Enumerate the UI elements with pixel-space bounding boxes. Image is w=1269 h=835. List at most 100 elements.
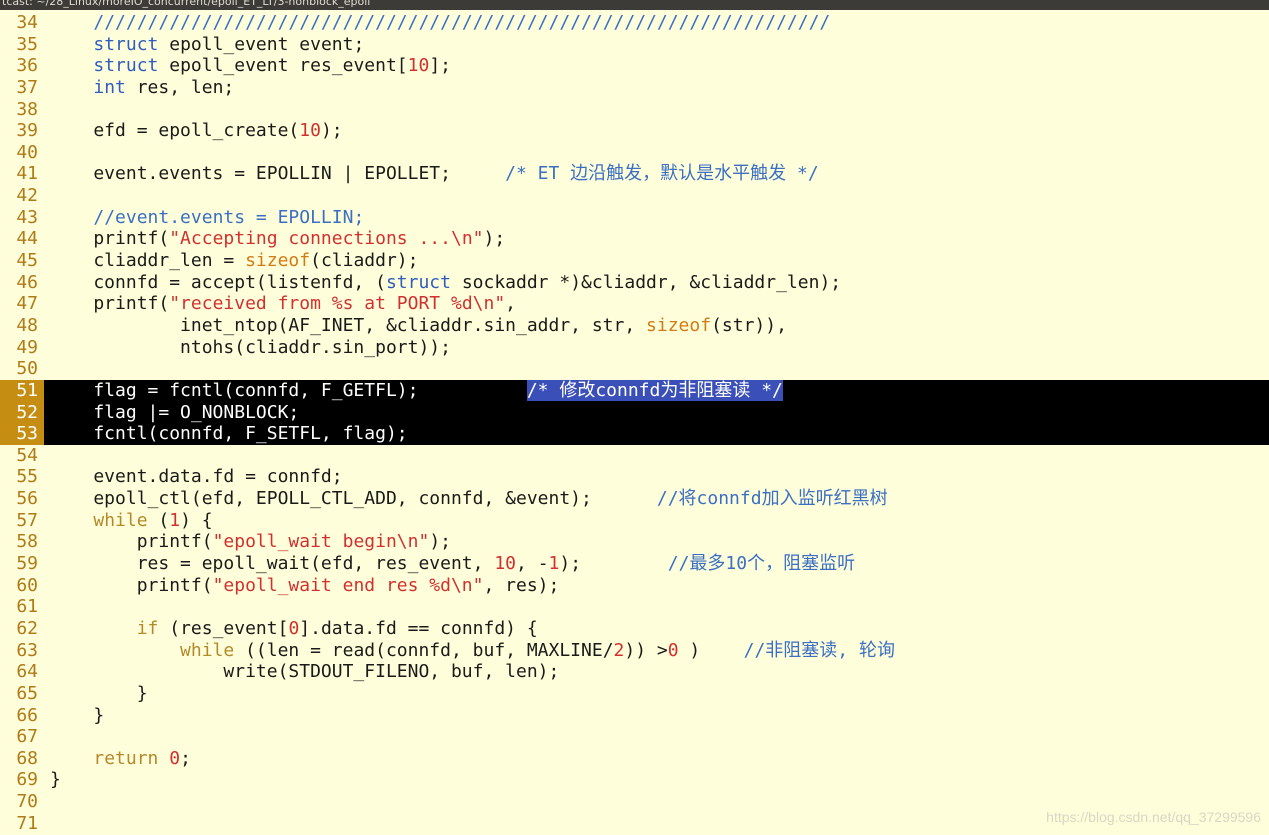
line-number: 52 [0,401,44,424]
code-line[interactable]: 69} [0,769,1269,791]
code-line[interactable]: 43 //event.events = EPOLLIN; [0,207,1269,229]
code-line[interactable]: 48 inet_ntop(AF_INET, &cliaddr.sin_addr,… [0,315,1269,337]
line-code: event.events = EPOLLIN | EPOLLET; /* ET … [50,163,819,185]
line-code: flag |= O_NONBLOCK; [50,401,300,423]
code-comment: /* 修改connfd为非阻塞读 */ [526,379,783,401]
line-code: ////////////////////////////////////////… [44,12,830,34]
line-code: printf("Accepting connections ...\n"); [50,228,506,250]
code-line[interactable]: 40 [0,142,1269,164]
code-line[interactable]: 45 cliaddr_len = sizeof(cliaddr); [0,250,1269,272]
line-number: 67 [16,726,38,748]
line-number: 61 [16,596,38,618]
code-comment: //非阻塞读, 轮询 [743,639,895,661]
line-number: 46 [16,271,38,293]
code-line[interactable]: 36 struct epoll_event res_event[10]; [0,55,1269,77]
line-number: 40 [16,141,38,163]
code-line[interactable]: 65 } [0,683,1269,705]
code-line[interactable]: 63 while ((len = read(connfd, buf, MAXLI… [0,640,1269,662]
code-line[interactable]: 44 printf("Accepting connections ...\n")… [0,228,1269,250]
code-line[interactable]: 66 } [0,705,1269,727]
code-line[interactable]: 61 [0,596,1269,618]
line-number: 39 [16,120,38,142]
code-line[interactable]: 58 printf("epoll_wait begin\n"); [0,531,1269,553]
line-number: 51 [0,379,44,402]
code-line[interactable]: 49 ntohs(cliaddr.sin_port)); [0,337,1269,359]
code-line[interactable]: 37 int res, len; [0,77,1269,99]
line-number: 49 [16,336,38,358]
code-line[interactable]: 41 event.events = EPOLLIN | EPOLLET; /* … [0,163,1269,185]
line-code: write(STDOUT_FILENO, buf, len); [50,661,560,683]
window-titlebar[interactable]: tcast: ~/28_Linux/moreIO_concurrent/epol… [0,0,1269,10]
line-number: 34 [16,12,38,33]
code-line[interactable]: 47 printf("received from %s at PORT %d\n… [0,293,1269,315]
line-number: 37 [16,76,38,98]
line-code: epoll_ctl(efd, EPOLL_CTL_ADD, connfd, &e… [50,488,888,510]
code-comment: //event.events = EPOLLIN; [93,206,365,228]
code-line[interactable]: 60 printf("epoll_wait end res %d\n", res… [0,575,1269,597]
code-line[interactable]: 51 flag = fcntl(connfd, F_GETFL); /* 修改c… [0,379,1269,402]
line-number: 36 [16,55,38,77]
code-line[interactable]: 50 [0,358,1269,380]
code-line[interactable]: 68 return 0; [0,748,1269,770]
line-code: } [50,682,148,704]
line-number: 62 [16,617,38,639]
code-line[interactable]: 64 write(STDOUT_FILENO, buf, len); [0,661,1269,683]
line-code: connfd = accept(listenfd, (struct sockad… [50,271,842,293]
line-number: 59 [16,553,38,575]
code-line[interactable]: 46 connfd = accept(listenfd, (struct soc… [0,272,1269,294]
code-line[interactable]: 59 res = epoll_wait(efd, res_event, 10, … [0,553,1269,575]
line-code: if (res_event[0].data.fd == connfd) { [136,617,538,639]
line-number: 71 [16,812,38,834]
line-number: 48 [16,314,38,336]
line-code: efd = epoll_create(10); [50,120,343,142]
line-number: 56 [16,488,38,510]
code-line[interactable]: 35 struct epoll_event event; [0,34,1269,56]
line-number: 58 [16,531,38,553]
code-comment: //最多10个，阻塞监听 [667,553,856,575]
code-line[interactable]: 56 epoll_ctl(efd, EPOLL_CTL_ADD, connfd,… [0,488,1269,510]
line-code: printf("epoll_wait begin\n"); [50,531,451,553]
code-line[interactable]: 57 while (1) { [0,510,1269,532]
line-number: 44 [16,228,38,250]
line-code: printf("received from %s at PORT %d\n", [50,293,517,315]
line-number: 65 [16,682,38,704]
code-line[interactable]: 62 if (res_event[0].data.fd == connfd) { [0,618,1269,640]
line-code: return 0; [93,747,191,769]
line-code: while (1) { [93,509,213,531]
line-code: ntohs(cliaddr.sin_port)); [50,336,451,358]
code-line[interactable]: 39 efd = epoll_create(10); [0,120,1269,142]
line-number: 41 [16,163,38,185]
line-code: //event.events = EPOLLIN; [44,207,364,229]
line-number: 68 [16,747,38,769]
code-line[interactable]: 38 [0,99,1269,121]
editor-window: tcast: ~/28_Linux/moreIO_concurrent/epol… [0,0,1269,835]
code-line[interactable]: 55 event.data.fd = connfd; [0,466,1269,488]
code-line[interactable]: 34 /////////////////////////////////////… [0,12,1269,34]
line-code: fcntl(connfd, F_SETFL, flag); [50,423,408,445]
line-number: 63 [16,639,38,661]
line-number: 50 [16,358,38,380]
line-code: inet_ntop(AF_INET, &cliaddr.sin_addr, st… [50,314,787,336]
line-number: 47 [16,293,38,315]
line-number: 69 [16,769,38,791]
line-number: 35 [16,33,38,55]
line-number: 54 [16,444,38,466]
line-number: 70 [16,791,38,813]
code-line[interactable]: 53 fcntl(connfd, F_SETFL, flag); [0,423,1269,445]
line-code: } [50,769,61,791]
code-editor[interactable]: 34 /////////////////////////////////////… [0,12,1269,834]
code-line[interactable]: 52 flag |= O_NONBLOCK; [0,401,1269,424]
line-code: cliaddr_len = sizeof(cliaddr); [50,250,419,272]
code-line[interactable]: 42 [0,185,1269,207]
window-title: tcast: ~/28_Linux/moreIO_concurrent/epol… [2,0,371,8]
line-number: 60 [16,574,38,596]
line-code: while ((len = read(connfd, buf, MAXLINE/… [180,639,895,661]
line-code: printf("epoll_wait end res %d\n", res); [50,574,560,596]
line-code: res = epoll_wait(efd, res_event, 10, -1)… [50,553,856,575]
line-number: 42 [16,185,38,207]
line-code: event.data.fd = connfd; [50,466,343,488]
code-line[interactable]: 54 [0,445,1269,467]
line-number: 45 [16,250,38,272]
line-number: 55 [16,466,38,488]
code-line[interactable]: 67 [0,726,1269,748]
